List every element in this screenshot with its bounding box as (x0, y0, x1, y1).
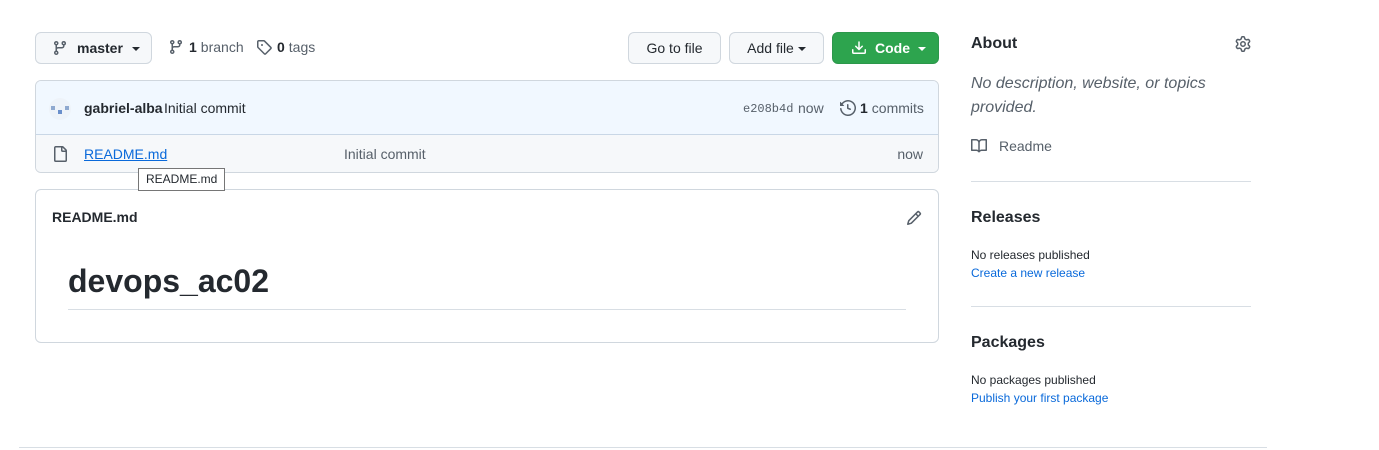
branch-icon (169, 40, 182, 55)
branch-select-button[interactable]: master (35, 32, 152, 64)
commits-history-link[interactable]: 1 commits (840, 100, 924, 116)
about-description: No description, website, or topics provi… (971, 75, 1206, 116)
branches-link[interactable]: 1 branch (168, 37, 244, 57)
readme-sidebar-link[interactable]: Readme (971, 138, 1052, 154)
go-to-file-button[interactable]: Go to file (628, 32, 721, 64)
branch-name: master (77, 40, 123, 56)
sidebar-divider (971, 181, 1251, 182)
go-to-file-label: Go to file (646, 40, 703, 56)
file-icon (54, 146, 67, 162)
footer-divider (19, 447, 1267, 448)
file-name-link[interactable]: README.md (84, 146, 167, 162)
tag-count: 0 (277, 39, 285, 55)
commit-count: 1 (860, 100, 868, 116)
releases-title[interactable]: Releases (971, 209, 1040, 227)
about-title: About (971, 35, 1018, 52)
pencil-icon[interactable] (906, 210, 922, 226)
tag-icon (257, 40, 272, 55)
packages-empty-text: No packages published (971, 373, 1096, 387)
add-file-button[interactable]: Add file (729, 32, 824, 64)
create-release-link[interactable]: Create a new release (971, 266, 1085, 280)
branch-label: branch (200, 39, 244, 55)
avatar[interactable] (49, 98, 71, 120)
branch-icon (53, 41, 66, 56)
readme-panel: README.md devops_ac02 (35, 189, 939, 343)
readme-link-label: Readme (999, 138, 1052, 154)
chevron-down-icon (918, 47, 926, 51)
book-icon (971, 138, 987, 153)
readme-heading: devops_ac02 (68, 263, 270, 299)
history-icon (840, 100, 856, 116)
add-file-label: Add file (747, 40, 794, 56)
latest-commit-bar: gabriel-alba Initial commit e208b4d now … (36, 81, 938, 135)
publish-package-link[interactable]: Publish your first package (971, 391, 1108, 405)
gear-icon[interactable] (1235, 36, 1251, 52)
sidebar-divider (971, 306, 1251, 307)
releases-empty-text: No releases published (971, 248, 1090, 262)
heading-divider (68, 309, 906, 310)
commit-count-label: commits (871, 100, 924, 116)
tags-link[interactable]: 0 tags (256, 37, 315, 57)
file-tooltip: README.md (138, 168, 226, 191)
commit-sha[interactable]: e208b4d (743, 102, 793, 116)
readme-filename: README.md (52, 209, 138, 225)
file-commit-time: now (897, 146, 923, 162)
file-commit-message[interactable]: Initial commit (344, 146, 426, 162)
chevron-down-icon (131, 47, 140, 51)
chevron-down-icon (797, 46, 806, 51)
file-browser: gabriel-alba Initial commit e208b4d now … (35, 80, 939, 173)
commit-message[interactable]: Initial commit (164, 100, 246, 116)
tag-label: tags (288, 39, 316, 55)
download-icon (852, 41, 866, 54)
code-label: Code (875, 40, 910, 56)
tooltip-text: README.md (146, 172, 218, 186)
code-button[interactable]: Code (832, 32, 939, 64)
packages-title[interactable]: Packages (971, 334, 1045, 352)
branch-count: 1 (189, 39, 197, 55)
commit-time: now (798, 100, 824, 116)
commit-author[interactable]: gabriel-alba (84, 100, 163, 116)
